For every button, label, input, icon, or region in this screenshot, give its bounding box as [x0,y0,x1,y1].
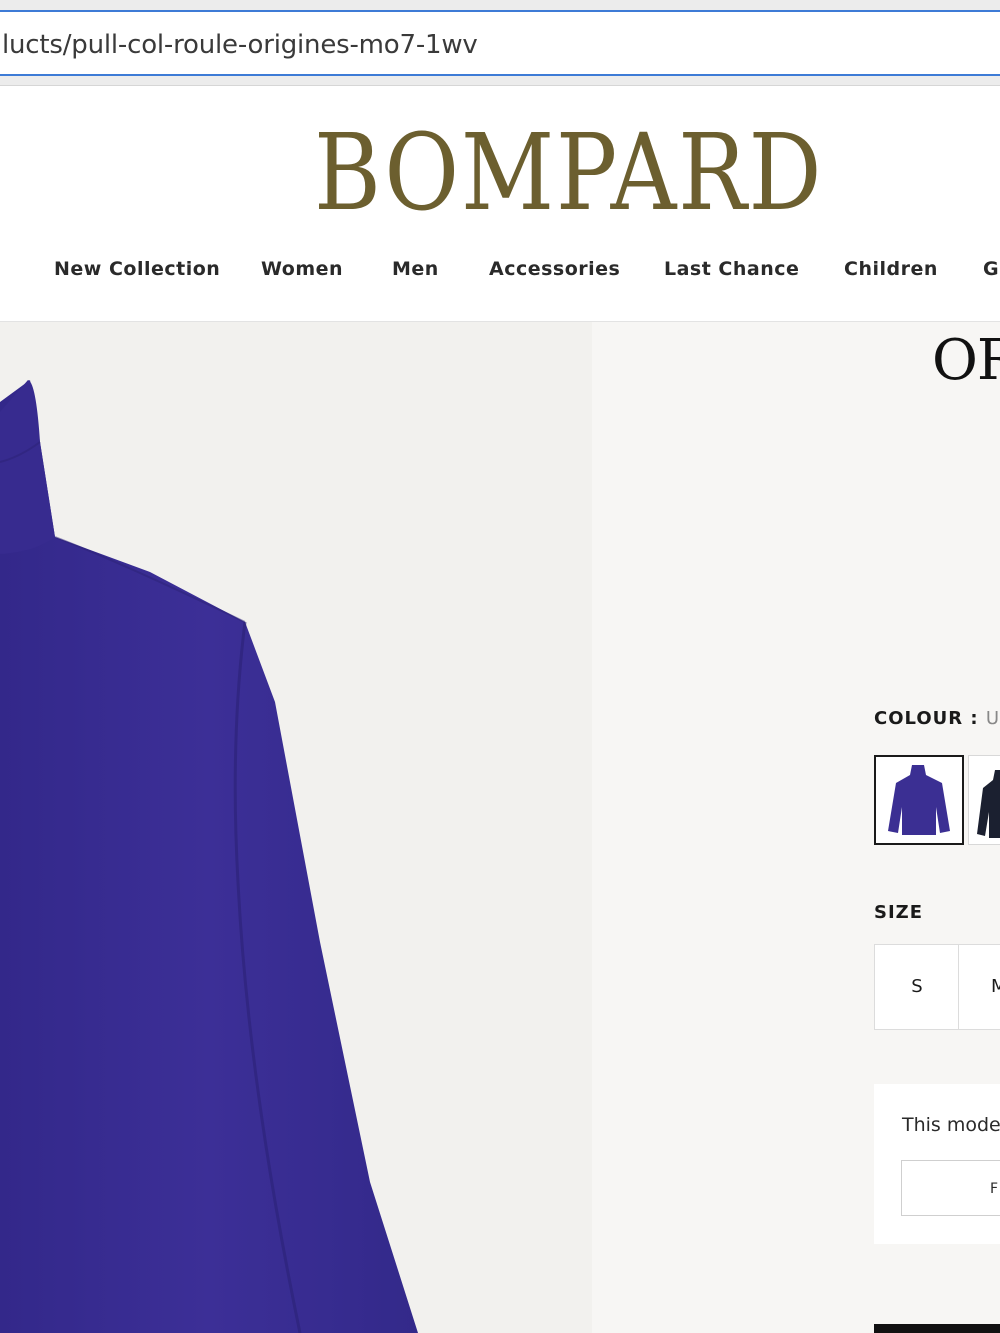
colour-swatch-ultramarine[interactable] [874,755,964,845]
turtleneck-sweater-image [0,380,418,1333]
url-text[interactable]: lucts/pull-col-roule-origines-mo7-1wv [2,30,478,60]
size-option-s[interactable]: S [874,944,960,1030]
size-s-label: S [911,976,923,997]
find-size-button[interactable]: F [901,1160,1000,1216]
browser-toolbar: lucts/pull-col-roule-origines-mo7-1wv [0,0,1000,86]
nav-men[interactable]: Men [392,258,439,280]
size-label: SIZE [874,902,924,923]
model-info-card: This mode F [874,1084,1000,1244]
size-option-m[interactable]: M [958,944,1000,1030]
nav-accessories[interactable]: Accessories [489,258,620,280]
product-title: OR [932,328,1000,393]
add-to-cart-button[interactable] [874,1324,1000,1333]
colour-label: COLOUR : UL [874,708,1000,729]
nav-women[interactable]: Women [261,258,343,280]
sweater-thumbnail-icon [888,765,950,835]
find-size-button-label: F [990,1181,999,1197]
address-bar[interactable]: lucts/pull-col-roule-origines-mo7-1wv [0,10,1000,76]
nav-new-collection[interactable]: New Collection [54,258,220,280]
sweater-thumbnail-icon [977,770,1000,838]
nav-last-chance[interactable]: Last Chance [664,258,799,280]
size-m-label: M [991,976,1000,997]
site-header: BOMPARD New Collection Women Men Accesso… [0,86,1000,322]
brand-logo[interactable]: BOMPARD [314,118,823,228]
main-nav: New Collection Women Men Accessories Las… [0,258,1000,292]
colour-swatch-navy[interactable] [968,755,1000,845]
model-info-text: This mode [902,1114,1000,1136]
nav-children[interactable]: Children [844,258,938,280]
product-image[interactable] [0,322,592,1333]
colour-value: UL [985,708,1000,729]
colour-label-text: COLOUR : [874,708,979,729]
nav-gifts[interactable]: Gi [983,258,1000,280]
product-page: OR COLOUR : UL SIZE S M This mode F [0,322,1000,1333]
